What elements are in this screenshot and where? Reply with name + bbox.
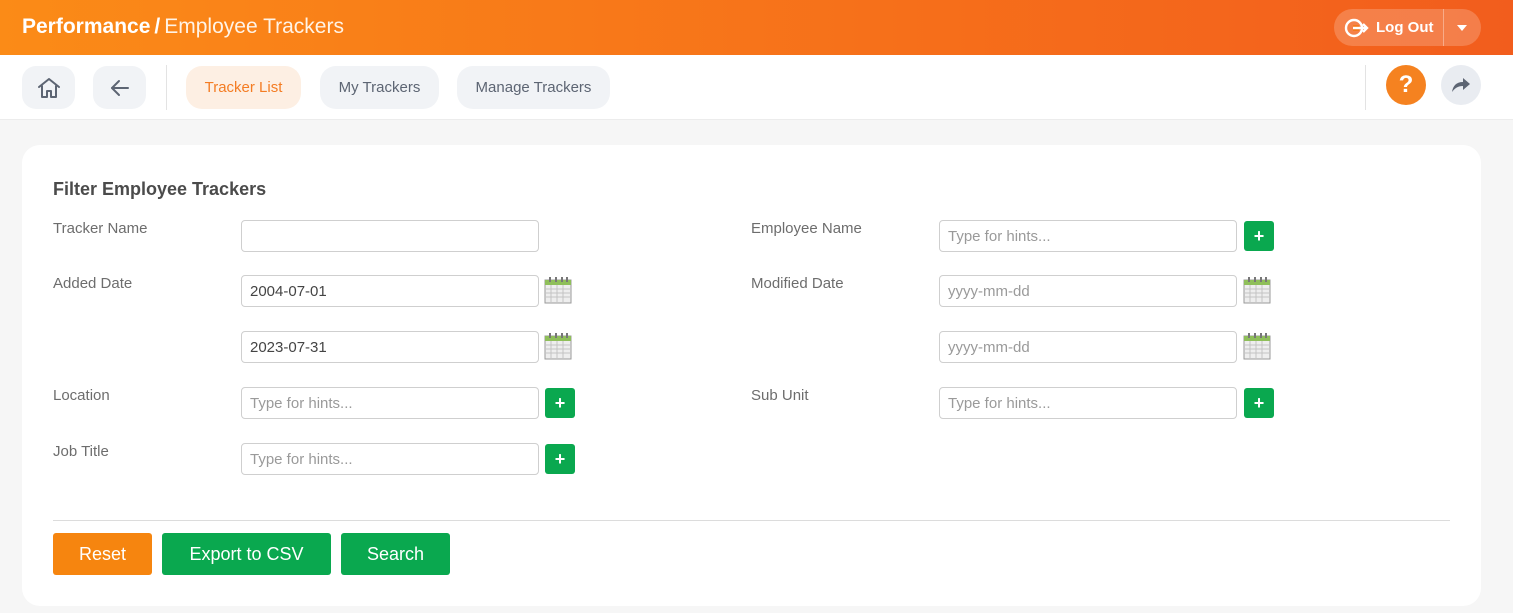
- share-icon: [1452, 78, 1470, 92]
- calendar-icon[interactable]: [1243, 276, 1271, 304]
- breadcrumb-separator: /: [154, 15, 161, 38]
- logout-menu-toggle[interactable]: [1444, 9, 1480, 46]
- breadcrumb: Performance / Employee Trackers: [22, 13, 344, 41]
- calendar-icon[interactable]: [1243, 332, 1271, 360]
- tab-tracker-list[interactable]: Tracker List: [186, 66, 301, 109]
- modified-date-to-input[interactable]: [939, 331, 1237, 363]
- job-title-label: Job Title: [53, 443, 109, 460]
- logout-label: Log Out: [1376, 19, 1434, 36]
- logout-icon: [1344, 18, 1369, 37]
- employee-name-input[interactable]: [939, 220, 1237, 252]
- modified-date-from-input[interactable]: [939, 275, 1237, 307]
- help-icon: ?: [1398, 71, 1414, 98]
- top-header: Performance / Employee Trackers Log Out: [0, 0, 1513, 55]
- breadcrumb-page: Employee Trackers: [164, 15, 344, 38]
- added-date-to-input[interactable]: [241, 331, 539, 363]
- employee-name-label: Employee Name: [751, 220, 862, 237]
- location-label: Location: [53, 387, 110, 404]
- add-employee-button[interactable]: +: [1244, 221, 1274, 251]
- calendar-icon[interactable]: [544, 276, 572, 304]
- search-button[interactable]: Search: [341, 533, 450, 575]
- filter-title: Filter Employee Trackers: [53, 179, 267, 199]
- nav-divider-right: [1365, 65, 1366, 110]
- home-icon: [37, 77, 60, 98]
- logout-group: Log Out: [1334, 9, 1481, 46]
- add-location-button[interactable]: +: [545, 388, 575, 418]
- tab-my-trackers[interactable]: My Trackers: [320, 66, 439, 109]
- tab-manage-trackers[interactable]: Manage Trackers: [457, 66, 610, 109]
- home-button[interactable]: [22, 66, 75, 109]
- added-date-from-input[interactable]: [241, 275, 539, 307]
- tracker-name-input[interactable]: [241, 220, 539, 252]
- breadcrumb-module: Performance: [22, 15, 151, 38]
- modified-date-label: Modified Date: [751, 275, 844, 292]
- plus-icon: +: [1253, 226, 1265, 246]
- nav-bar: Tracker List My Trackers Manage Trackers: [0, 55, 1513, 120]
- plus-icon: +: [1253, 393, 1265, 413]
- plus-icon: +: [554, 393, 566, 413]
- export-csv-button[interactable]: Export to CSV: [162, 533, 331, 575]
- logout-button[interactable]: Log Out: [1334, 9, 1443, 46]
- add-sub-unit-button[interactable]: +: [1244, 388, 1274, 418]
- sub-unit-input[interactable]: [939, 387, 1237, 419]
- share-button[interactable]: [1441, 65, 1481, 105]
- location-input[interactable]: [241, 387, 539, 419]
- calendar-icon[interactable]: [544, 332, 572, 360]
- sub-unit-label: Sub Unit: [751, 387, 809, 404]
- tracker-name-label: Tracker Name: [53, 220, 148, 237]
- added-date-label: Added Date: [53, 275, 133, 292]
- chevron-down-icon: [1457, 24, 1468, 31]
- divider: [53, 520, 1450, 521]
- back-button[interactable]: [93, 66, 146, 109]
- reset-button[interactable]: Reset: [53, 533, 152, 575]
- add-job-title-button[interactable]: +: [545, 444, 575, 474]
- plus-icon: +: [554, 449, 566, 469]
- nav-divider: [166, 65, 167, 110]
- back-arrow-icon: [110, 79, 129, 96]
- help-button[interactable]: ?: [1386, 65, 1426, 105]
- filter-card: Filter Employee Trackers Tracker Name Em…: [22, 145, 1481, 606]
- job-title-input[interactable]: [241, 443, 539, 475]
